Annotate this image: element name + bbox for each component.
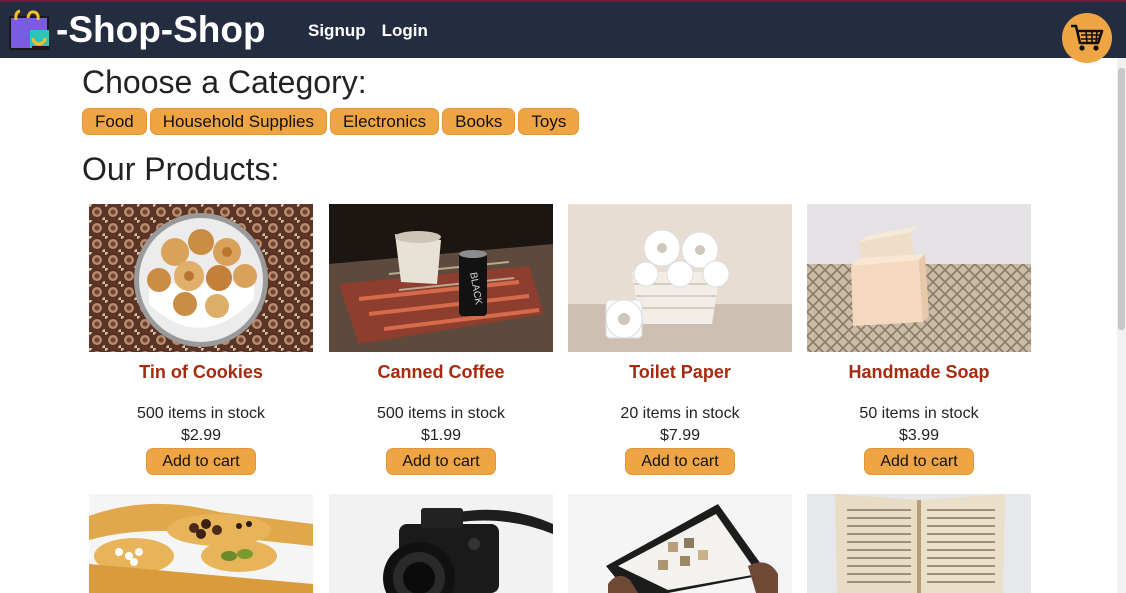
products-heading: Our Products: [82,151,280,187]
product-card: Tin of Cookies 500 items in stock $2.99 … [89,204,313,475]
product-card: Handmade Soap 50 items in stock $3.99 Ad… [807,204,1031,475]
shopping-cart-icon [1071,24,1104,51]
cart-button[interactable] [1062,13,1112,63]
nav-links: Signup Login [308,21,428,41]
brand[interactable]: -Shop-Shop [8,8,266,52]
product-card [807,494,1031,593]
scrollbar[interactable] [1117,58,1126,593]
product-name-link[interactable]: Tin of Cookies [89,362,313,383]
product-card: BLACK Canned Coffee 500 items in stock $… [329,204,553,475]
brand-title: -Shop-Shop [56,9,266,50]
product-name-link[interactable]: Handmade Soap [807,362,1031,383]
product-image[interactable] [807,494,1031,593]
product-stock: 500 items in stock [376,405,506,422]
add-to-cart-button[interactable]: Add to cart [864,448,974,475]
product-image[interactable] [807,204,1031,352]
product-stock: 20 items in stock [620,405,740,422]
product-card [568,494,792,593]
category-books-button[interactable]: Books [442,108,516,135]
product-card: Toilet Paper 20 items in stock $7.99 Add… [568,204,792,475]
category-heading: Choose a Category: [82,64,367,100]
product-image[interactable]: BLACK [329,204,553,352]
login-link[interactable]: Login [382,21,428,41]
product-image[interactable] [89,204,313,352]
signup-link[interactable]: Signup [308,21,366,41]
product-stock: 50 items in stock [859,405,979,422]
category-household-supplies-button[interactable]: Household Supplies [149,108,327,135]
product-price: $3.99 [898,427,940,444]
product-image[interactable] [568,494,792,593]
product-card [329,494,553,593]
product-price: $1.99 [420,427,462,444]
product-image[interactable] [329,494,553,593]
product-image[interactable] [89,494,313,593]
add-to-cart-button[interactable]: Add to cart [146,448,256,475]
product-price: $7.99 [659,427,701,444]
shopping-bag-icon [8,8,54,52]
category-list: Food Household Supplies Electronics Book… [82,108,580,135]
product-price: $2.99 [180,427,222,444]
category-food-button[interactable]: Food [82,108,147,135]
product-image[interactable] [568,204,792,352]
product-stock: 500 items in stock [136,405,266,422]
product-name-link[interactable]: Canned Coffee [329,362,553,383]
scrollbar-thumb[interactable] [1118,68,1125,330]
add-to-cart-button[interactable]: Add to cart [625,448,735,475]
product-card [89,494,313,593]
category-toys-button[interactable]: Toys [518,108,580,135]
add-to-cart-button[interactable]: Add to cart [386,448,496,475]
category-electronics-button[interactable]: Electronics [329,108,440,135]
navbar: -Shop-Shop Signup Login [0,0,1126,58]
product-name-link[interactable]: Toilet Paper [568,362,792,383]
